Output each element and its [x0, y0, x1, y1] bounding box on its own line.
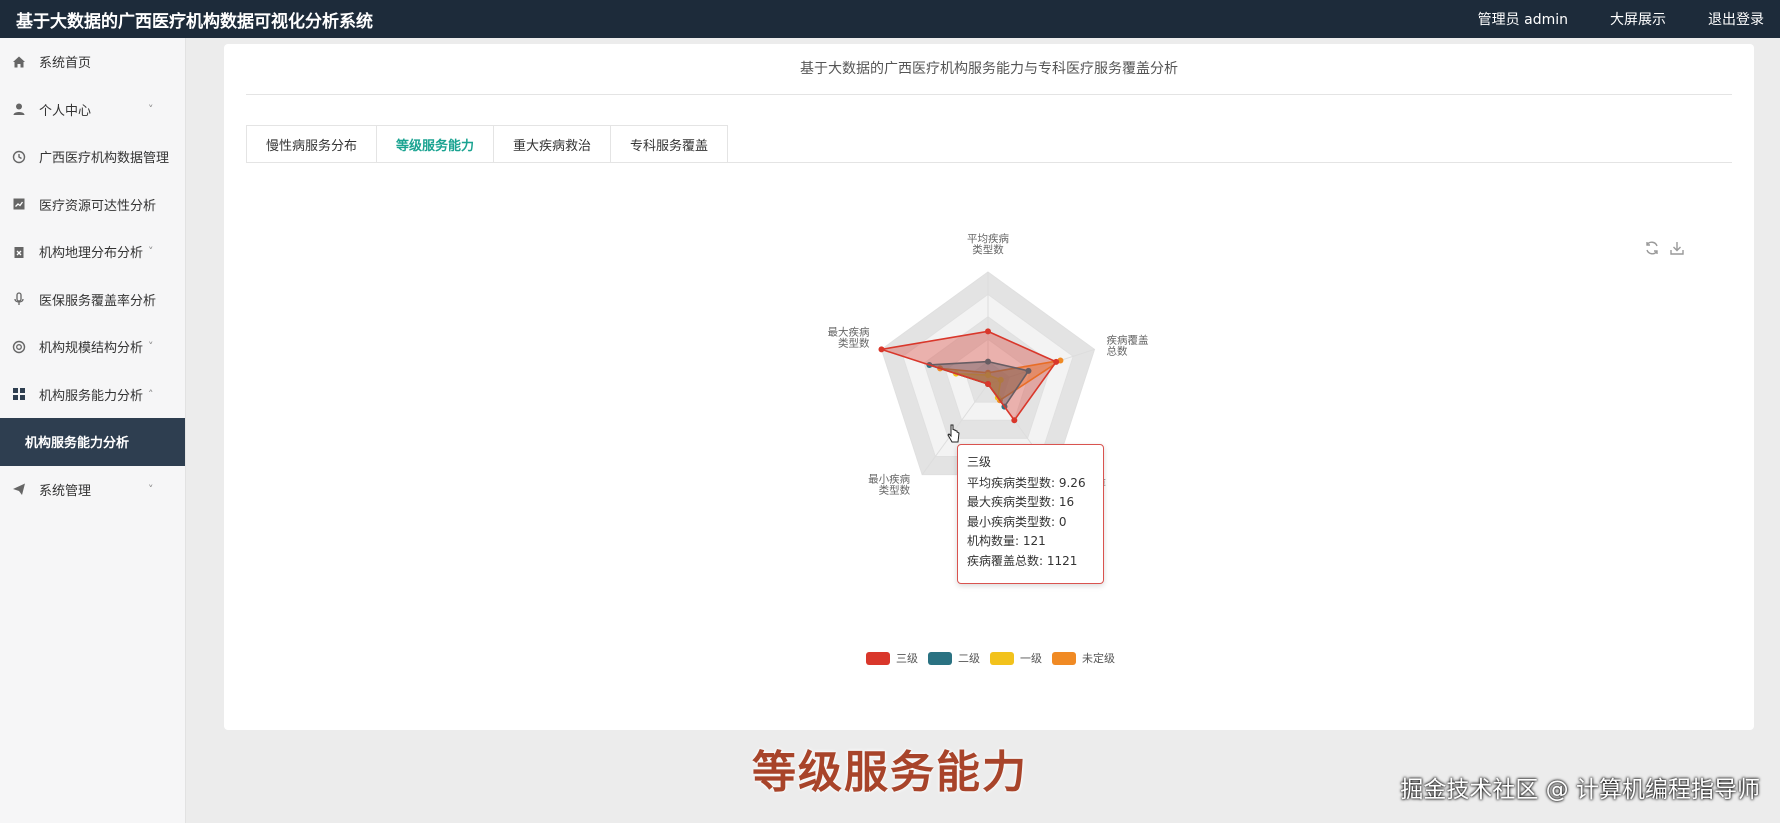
send-icon [10, 480, 28, 498]
app-title: 基于大数据的广西医疗机构数据可视化分析系统 [16, 11, 373, 32]
sidebar-item-label: 系统管理 [39, 483, 92, 499]
sidebar-item-label: 系统首页 [39, 56, 92, 72]
sidebar-item-label: 个人中心 [39, 103, 92, 119]
sidebar-item-home[interactable]: 系统首页 [0, 38, 185, 86]
sidebar-item-label: 医疗资源可达性分析 [39, 198, 157, 214]
radar-point [878, 346, 885, 353]
legend-item-grade1[interactable]: 一级 [990, 650, 1042, 666]
top-actions: 管理员 admin 大屏展示 退出登录 [1436, 9, 1780, 29]
radar-point [985, 328, 991, 335]
tooltip-line: 平均疾病类型数: 9.26 [967, 475, 1086, 490]
sidebar-item-accessibility[interactable]: 医疗资源可达性分析 [0, 181, 185, 229]
radar-indicator-label-line: 总数 [1107, 344, 1129, 357]
legend-label: 二级 [958, 652, 980, 665]
sidebar-item-label: 机构规模结构分析 [39, 341, 144, 357]
legend-swatch [1052, 651, 1076, 665]
sidebar-item-label: 机构服务能力分析 [25, 436, 130, 452]
radar-indicator-label-line: 类型数 [838, 336, 870, 349]
sidebar-item-geo-distribution[interactable]: 机构地理分布分析 ˅ [0, 228, 185, 276]
sidebar-item-personal-center[interactable]: 个人中心 ˅ [0, 86, 185, 134]
chevron-down-icon: ˅ [148, 245, 154, 259]
legend-swatch [866, 651, 890, 665]
radar-indicator-label-line: 类型数 [972, 243, 1004, 256]
sidebar-item-data-management[interactable]: 广西医疗机构数据管理 [0, 133, 185, 181]
radar-point [1053, 358, 1060, 365]
chart-icon [10, 195, 28, 213]
legend-swatch [928, 651, 952, 665]
hand-cursor-icon [947, 424, 960, 443]
sidebar-item-label: 广西医疗机构数据管理 [39, 151, 170, 167]
home-icon [10, 53, 28, 71]
radar-indicator-label: 最大疾病类型数 [827, 325, 869, 349]
radar-indicator-label: 最小疾病类型数 [868, 473, 910, 497]
admin-user-link[interactable]: 管理员 admin [1478, 9, 1568, 29]
sidebar-item-label: 医保服务覆盖率分析 [39, 293, 157, 309]
user-icon [10, 100, 28, 118]
radar-chart: 平均疾病类型数疾病覆盖总数机构数量(对数)最小疾病类型数最大疾病类型数 [827, 232, 1149, 499]
legend-swatch [990, 651, 1014, 665]
logout-link[interactable]: 退出登录 [1708, 9, 1764, 29]
watermark: 掘金技术社区 @ 计算机编程指导师 [1400, 777, 1760, 803]
top-bar: 基于大数据的广西医疗机构数据可视化分析系统 管理员 admin 大屏展示 退出登… [0, 0, 1780, 38]
clock-icon [10, 148, 28, 166]
microphone-icon [10, 290, 28, 308]
grid-icon [10, 385, 28, 403]
clipboard-icon [10, 243, 28, 261]
tooltip-title: 三级 [967, 455, 992, 469]
big-screen-link[interactable]: 大屏展示 [1610, 9, 1666, 29]
sidebar: 系统首页 个人中心 ˅ 广西医疗机构数据管理 医疗资源可达性分析 机构地理分布分… [0, 38, 186, 823]
tooltip-line: 最大疾病类型数: 16 [967, 495, 1075, 509]
sidebar-item-insurance-coverage[interactable]: 医保服务覆盖率分析 [0, 276, 185, 324]
legend-label: 未定级 [1082, 652, 1115, 665]
radar-indicator-label-line: 类型数 [879, 484, 911, 497]
chevron-down-icon: ˅ [148, 102, 154, 116]
radar-point [1011, 417, 1018, 424]
legend-item-ungraded[interactable]: 未定级 [1052, 650, 1115, 666]
sidebar-item-service-capability[interactable]: 机构服务能力分析 ˄ [0, 371, 185, 419]
sidebar-subitem-service-capability[interactable]: 机构服务能力分析 [0, 418, 185, 466]
tooltip-line: 最小疾病类型数: 0 [967, 514, 1067, 529]
radar-indicator-label: 平均疾病类型数 [967, 232, 1009, 256]
legend-item-grade3[interactable]: 三级 [866, 650, 918, 666]
sidebar-item-scale-structure[interactable]: 机构规模结构分析 ˅ [0, 323, 185, 371]
chart-legend: 三级 二级 一级 未定级 [866, 650, 1125, 666]
sidebar-item-system-management[interactable]: 系统管理 ˅ [0, 466, 185, 514]
chart-tooltip: 三级 平均疾病类型数: 9.26 最大疾病类型数: 16 最小疾病类型数: 0 … [957, 444, 1104, 584]
tooltip-line: 机构数量: 121 [967, 534, 1046, 548]
chevron-down-icon: ˅ [148, 340, 154, 354]
legend-label: 一级 [1020, 652, 1042, 665]
lifebuoy-icon [10, 338, 28, 356]
tooltip-line: 疾病覆盖总数: 1121 [967, 553, 1078, 568]
chevron-up-icon: ˄ [148, 387, 154, 401]
sidebar-item-label: 机构服务能力分析 [39, 388, 144, 404]
legend-item-grade2[interactable]: 二级 [928, 650, 980, 666]
radar-point [985, 381, 991, 387]
chevron-down-icon: ˅ [148, 482, 154, 496]
sidebar-item-label: 机构地理分布分析 [39, 246, 144, 262]
legend-label: 三级 [896, 652, 918, 665]
radar-indicator-label: 疾病覆盖总数 [1107, 333, 1149, 357]
